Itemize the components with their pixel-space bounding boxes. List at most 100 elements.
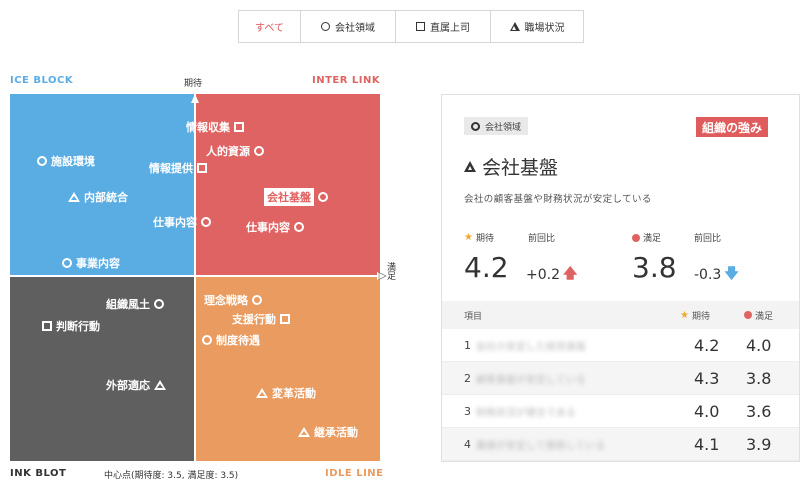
- marker-internal-integration[interactable]: 内部統合: [68, 189, 128, 205]
- dot-icon: [744, 311, 752, 319]
- satisfaction-prev-label: 前回比: [694, 234, 722, 244]
- marker-succession-activity[interactable]: 継承活動: [298, 424, 358, 440]
- triangle-icon: [464, 161, 476, 172]
- circle-icon: [254, 146, 264, 156]
- header-expectation-text: 期待: [691, 311, 710, 322]
- tab-all[interactable]: すべて: [239, 11, 301, 42]
- star-icon: ★: [464, 232, 473, 243]
- circle-icon: [202, 335, 212, 345]
- row-name: 会社の安定した経営基盤: [476, 341, 586, 353]
- marker-label: 情報収集: [186, 121, 230, 134]
- marker-label: 組織風土: [106, 298, 150, 311]
- tab-workplace[interactable]: 職場状況: [491, 11, 583, 42]
- satisfaction-value: 3.8: [632, 251, 677, 284]
- row-satisfaction: 3.8: [746, 368, 772, 388]
- tab-direct-boss[interactable]: 直属上司: [396, 11, 491, 42]
- marker-philosophy-strategy[interactable]: 理念戦略: [204, 292, 262, 308]
- marker-reform-activity[interactable]: 変革活動: [256, 385, 316, 401]
- quadrant-ice-block: [10, 94, 194, 275]
- table-header: 項目 ★ 期待 満足: [442, 301, 799, 329]
- row-number: 2: [464, 371, 471, 385]
- satisfaction-delta-value: -0.3: [694, 267, 722, 283]
- marker-external-adaptation[interactable]: 外部適応: [106, 377, 166, 393]
- marker-label: 支援行動: [232, 313, 276, 326]
- tab-workplace-label: 職場状況: [524, 23, 565, 34]
- marker-label: 外部適応: [106, 379, 150, 392]
- marker-info-gathering[interactable]: 情報収集: [186, 119, 244, 135]
- expectation-value: 4.2: [464, 251, 509, 284]
- circle-icon: [318, 192, 328, 202]
- table-row[interactable]: 3 財務状況が健全である 4.0 3.6: [442, 395, 799, 428]
- row-name: 財務状況が健全である: [476, 407, 576, 419]
- star-icon: ★: [680, 309, 689, 321]
- marker-company-foundation[interactable]: 会社基盤: [264, 188, 328, 206]
- marker-label: 会社基盤: [264, 188, 314, 206]
- tab-all-label: すべて: [255, 23, 284, 34]
- marker-support-action[interactable]: 支援行動: [232, 311, 290, 327]
- tab-direct-boss-label: 直属上司: [430, 23, 470, 34]
- circle-icon: [294, 222, 304, 232]
- row-expectation: 4.3: [694, 368, 720, 388]
- header-item: 項目: [464, 311, 483, 322]
- row-name: 顧客基盤が安定している: [476, 374, 586, 386]
- row-satisfaction: 3.9: [746, 434, 772, 454]
- square-icon: [197, 163, 207, 173]
- expectation-label: ★ 期待: [464, 231, 494, 244]
- satisfaction-delta: -0.3 🡇: [694, 263, 739, 287]
- corner-label-inter-link: INTER LINK: [312, 75, 381, 86]
- row-expectation: 4.2: [694, 335, 720, 355]
- row-number: 4: [464, 437, 471, 451]
- marker-job-content-1[interactable]: 仕事内容: [153, 214, 211, 230]
- marker-facility-environment[interactable]: 施設環境: [37, 153, 95, 169]
- marker-label: 継承活動: [314, 426, 358, 439]
- header-satisfaction: 満足: [744, 309, 773, 322]
- detail-description: 会社の顧客基盤や財務状況が安定している: [464, 194, 652, 205]
- tab-company-domain-label: 会社領域: [335, 23, 375, 34]
- marker-system-treatment[interactable]: 制度待遇: [202, 332, 260, 348]
- detail-title-row: 会社基盤: [464, 153, 558, 180]
- square-icon: [416, 22, 425, 31]
- triangle-icon: [68, 192, 80, 202]
- tab-company-domain[interactable]: 会社領域: [301, 11, 396, 42]
- filter-tabs: すべて 会社領域 直属上司 職場状況: [238, 10, 584, 43]
- marker-label: 事業内容: [76, 257, 120, 270]
- score-table: 項目 ★ 期待 満足 1 会社の安定した経営基盤 4.2 4.0 2 顧客基盤が…: [442, 301, 799, 461]
- triangle-icon: [298, 427, 310, 437]
- table-row[interactable]: 1 会社の安定した経営基盤 4.2 4.0: [442, 329, 799, 362]
- marker-job-content-2[interactable]: 仕事内容: [246, 219, 304, 235]
- y-axis-label: 期待: [184, 79, 203, 89]
- satisfaction-label: 満足: [632, 231, 661, 244]
- circle-icon: [471, 121, 480, 131]
- x-axis-label: 満足: [385, 262, 395, 280]
- marker-human-resources[interactable]: 人的資源: [206, 143, 264, 159]
- circle-icon: [37, 156, 47, 166]
- table-row[interactable]: 2 顧客基盤が安定している 4.3 3.8: [442, 362, 799, 395]
- marker-label: 仕事内容: [246, 221, 290, 234]
- marker-judgment-action[interactable]: 判断行動: [42, 318, 100, 334]
- arrow-down-icon: 🡇: [724, 266, 739, 282]
- marker-label: 人的資源: [206, 145, 250, 158]
- corner-label-ice-block: ICE BLOCK: [10, 75, 74, 86]
- arrow-up-icon: 🡅: [563, 266, 578, 282]
- marker-label: 施設環境: [51, 155, 95, 168]
- detail-title: 会社基盤: [482, 157, 559, 179]
- row-number: 1: [464, 338, 471, 352]
- marker-business-content[interactable]: 事業内容: [62, 255, 120, 271]
- corner-label-ink-blot: INK BLOT: [10, 468, 67, 479]
- expectation-prev-label: 前回比: [528, 234, 556, 244]
- center-point-note: 中心点(期待度: 3.5, 満足度: 3.5): [104, 471, 239, 481]
- expectation-label-text: 期待: [475, 234, 494, 244]
- category-chip: 会社領域: [464, 117, 529, 135]
- marker-label: 判断行動: [56, 320, 100, 333]
- dot-icon: [632, 233, 640, 242]
- marker-organizational-culture[interactable]: 組織風土: [106, 296, 164, 312]
- table-row[interactable]: 4 業績が安定して推移している 4.1 3.9: [442, 428, 799, 461]
- detail-panel: 会社領域 組織の強み 会社基盤 会社の顧客基盤や財務状況が安定している ★ 期待…: [441, 94, 800, 462]
- marker-info-provision[interactable]: 情報提供: [149, 160, 207, 176]
- row-satisfaction: 3.6: [746, 401, 772, 421]
- triangle-icon: [509, 22, 520, 31]
- circle-icon: [154, 299, 164, 309]
- circle-icon: [321, 22, 330, 31]
- marker-label: 変革活動: [272, 387, 316, 400]
- corner-label-idle-line: IDLE LINE: [325, 468, 384, 479]
